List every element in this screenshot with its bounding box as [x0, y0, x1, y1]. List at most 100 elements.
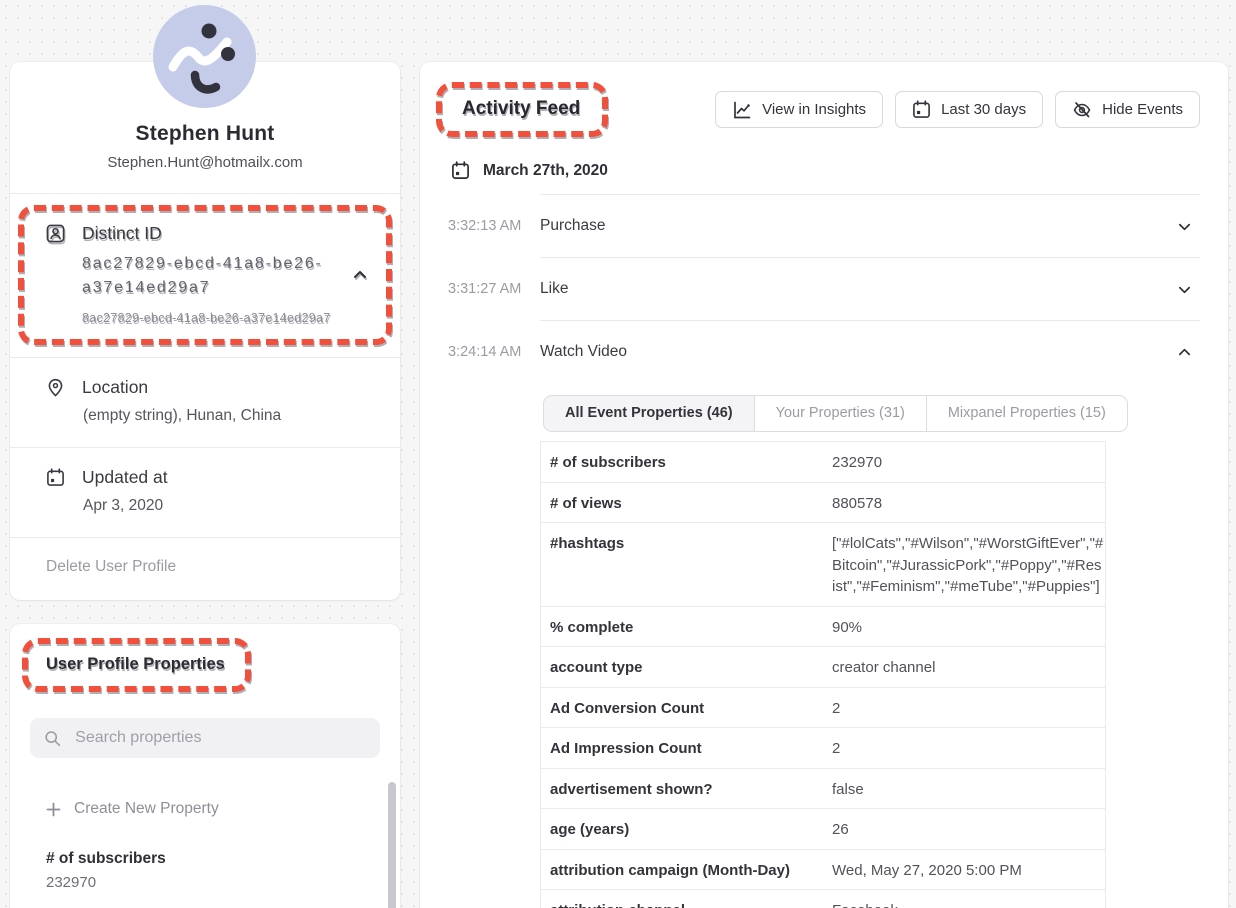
row-label: % complete [541, 615, 832, 639]
property-name: # of subscribers [46, 850, 360, 868]
updated-at-label: Updated at [82, 467, 168, 488]
event-properties-panel: All Event Properties (46) Your Propertie… [540, 395, 1106, 908]
location-value: (empty string), Hunan, China [83, 405, 372, 426]
activity-feed-card: Activity Feed View in Insights [420, 62, 1228, 908]
last-30-days-label: Last 30 days [941, 101, 1026, 118]
user-email: Stephen.Hunt@hotmailx.com [10, 154, 400, 193]
row-value: 2 [832, 696, 1104, 720]
right-column: Activity Feed View in Insights [420, 62, 1228, 908]
event-time: 3:24:14 AM [448, 344, 540, 360]
properties-list: Create New Property # of subscribers 232… [10, 774, 400, 908]
user-profile-card: Stephen Hunt Stephen.Hunt@hotmailx.com D… [10, 62, 400, 600]
event-time: 3:31:27 AM [448, 281, 540, 297]
page: Stephen Hunt Stephen.Hunt@hotmailx.com D… [0, 0, 1236, 908]
user-name: Stephen Hunt [10, 122, 400, 146]
row-label: attribution channel [541, 898, 832, 908]
row-value: 232970 [832, 450, 1104, 474]
activity-title-annotation-box: Activity Feed [436, 82, 608, 137]
row-label: advertisement shown? [541, 777, 832, 801]
row-label: # of views [541, 491, 832, 515]
distinct-id-label: Distinct ID [82, 223, 162, 244]
calendar-icon [46, 468, 65, 487]
feed-date: March 27th, 2020 [483, 162, 608, 180]
location-section: Location (empty string), Hunan, China [10, 358, 400, 447]
property-value: 232970 [46, 874, 360, 891]
table-row: advertisement shown? false [541, 768, 1105, 809]
calendar-icon [912, 100, 931, 119]
chevron-down-icon[interactable] [1177, 219, 1192, 234]
divider [10, 193, 400, 194]
location-label: Location [82, 377, 148, 398]
chevron-up-icon[interactable] [1177, 345, 1192, 360]
tab-all-event-properties[interactable]: All Event Properties (46) [544, 396, 754, 431]
row-value: Facebook [832, 898, 1104, 908]
event-properties-tabs: All Event Properties (46) Your Propertie… [543, 395, 1128, 432]
table-row: # of views 880578 [541, 482, 1105, 523]
table-row: age (years) 26 [541, 808, 1105, 849]
row-value: Wed, May 27, 2020 5:00 PM [832, 858, 1104, 882]
left-column: Stephen Hunt Stephen.Hunt@hotmailx.com D… [10, 62, 400, 908]
last-30-days-button[interactable]: Last 30 days [895, 91, 1043, 128]
row-label: Ad Conversion Count [541, 696, 832, 720]
row-label: Ad Impression Count [541, 736, 832, 760]
distinct-id-annotation-box: Distinct ID 8ac27829-ebcd-41a8-be26-a37e… [18, 205, 392, 345]
event-row[interactable]: 3:31:27 AM Like [448, 258, 1200, 320]
event-properties-table: # of subscribers 232970 # of views 88057… [540, 441, 1106, 908]
table-row: #hashtags ["#lolCats","#Wilson","#WorstG… [541, 522, 1105, 606]
table-row: Ad Conversion Count 2 [541, 687, 1105, 728]
table-row: # of subscribers 232970 [541, 441, 1105, 482]
delete-user-profile-button[interactable]: Delete User Profile [10, 538, 400, 600]
row-value: 90% [832, 615, 1104, 639]
plus-icon [46, 802, 61, 817]
properties-title: User Profile Properties [46, 655, 225, 673]
line-chart-icon [732, 100, 752, 120]
user-profile-properties-card: User Profile Properties [10, 624, 400, 908]
row-value: creator channel [832, 655, 1104, 679]
event-time: 3:32:13 AM [448, 218, 540, 234]
updated-at-section: Updated at Apr 3, 2020 [10, 448, 400, 537]
tab-mixpanel-properties[interactable]: Mixpanel Properties (15) [926, 396, 1127, 431]
hide-events-button[interactable]: Hide Events [1055, 91, 1200, 128]
view-in-insights-label: View in Insights [762, 101, 866, 118]
eye-off-icon [1072, 100, 1092, 120]
distinct-id-sub-value: 8ac27829-ebcd-41a8-be26-a37e14ed29a7 [82, 311, 366, 325]
view-in-insights-button[interactable]: View in Insights [715, 91, 883, 128]
table-row: attribution channel Facebook [541, 889, 1105, 908]
row-label: account type [541, 655, 832, 679]
table-row: attribution campaign (Month-Day) Wed, Ma… [541, 849, 1105, 890]
table-row: % complete 90% [541, 606, 1105, 647]
list-item[interactable]: # of subscribers 232970 [10, 828, 400, 908]
row-value: 2 [832, 736, 1104, 760]
feed-date-row: March 27th, 2020 [451, 161, 1200, 180]
create-new-property-button[interactable]: Create New Property [10, 780, 400, 828]
row-label: attribution campaign (Month-Day) [541, 858, 832, 882]
location-pin-icon [46, 378, 65, 397]
row-label: #hashtags [541, 531, 832, 598]
search-icon [44, 729, 61, 748]
activity-feed-title: Activity Feed [462, 98, 580, 119]
collapse-caret-icon[interactable] [352, 267, 368, 283]
table-row: Ad Impression Count 2 [541, 727, 1105, 768]
row-label: # of subscribers [541, 450, 832, 474]
search-properties-box [30, 718, 380, 758]
calendar-icon [451, 161, 470, 180]
event-name: Watch Video [540, 343, 1177, 361]
row-value: 880578 [832, 491, 1104, 515]
scrollbar-thumb[interactable] [388, 782, 396, 908]
event-row-expanded[interactable]: 3:24:14 AM Watch Video [448, 321, 1200, 383]
contact-card-icon [46, 224, 65, 243]
hide-events-label: Hide Events [1102, 101, 1183, 118]
chevron-down-icon[interactable] [1177, 282, 1192, 297]
event-name: Like [540, 280, 1177, 298]
row-value: ["#lolCats","#Wilson","#WorstGiftEver","… [832, 531, 1104, 598]
row-label: age (years) [541, 817, 832, 841]
event-row[interactable]: 3:32:13 AM Purchase [448, 195, 1200, 257]
user-avatar [153, 5, 256, 108]
distinct-id-value: 8ac27829-ebcd-41a8-be26-a37e14ed29a7 [82, 252, 332, 300]
search-properties-input[interactable] [75, 729, 366, 747]
avatar-smiley-icon [153, 5, 256, 108]
updated-at-value: Apr 3, 2020 [83, 495, 372, 516]
tab-your-properties[interactable]: Your Properties (31) [754, 396, 926, 431]
row-value: 26 [832, 817, 1104, 841]
row-value: false [832, 777, 1104, 801]
